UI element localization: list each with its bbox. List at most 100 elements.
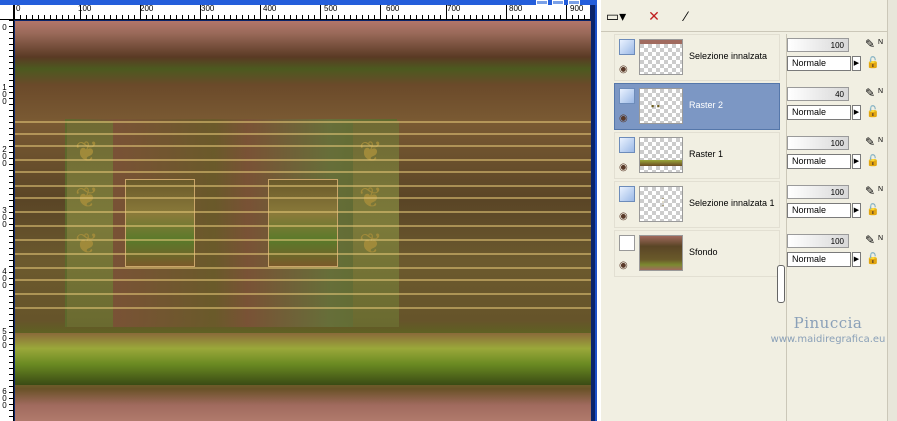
opacity-slider[interactable]: 100 [787,234,849,248]
ruler-tick [20,15,21,19]
opacity-slider[interactable]: 40 [787,87,849,101]
ruler-tick [218,15,219,19]
blend-mode-select[interactable]: Normale [787,203,851,218]
layer-row-selezione-innalzata-1[interactable]: ◉ ⋮ Selezione innalzata 1 [614,181,780,228]
lock-icon[interactable]: 🔓 [866,56,880,69]
layer-controls: 100 ✎ N Normale ▶ 🔓 [787,230,887,277]
ruler-label: 5 0 0 [2,327,7,350]
lock-icon[interactable]: 🔓 [866,105,880,118]
ruler-tick [9,74,13,75]
layer-row-sfondo[interactable]: ◉ Sfondo [614,230,780,277]
lock-icon[interactable]: 🔓 [866,154,880,167]
blend-mode-select[interactable]: Normale [787,105,851,120]
ruler-tick [32,15,33,19]
dropdown-arrow-icon[interactable]: ▶ [852,154,861,169]
ruler-tick [9,32,13,33]
layer-name: Raster 1 [689,149,724,159]
ruler-tick [176,15,177,19]
vertical-ruler: 0 1 0 0 2 0 0 3 0 0 4 0 0 5 0 0 6 0 0 [0,20,14,421]
layer-row-selezione-innalzata[interactable]: ◉ Selezione innalzata [614,34,780,81]
ruler-tick [368,15,369,19]
dropdown-arrow-icon[interactable]: ▶ [852,56,861,71]
ruler-tick [116,15,117,19]
dropdown-arrow-icon[interactable]: ▶ [852,105,861,120]
brush-icon[interactable]: ✎ [865,233,875,247]
brush-icon[interactable]: ✎ [865,37,875,51]
ruler-tick [50,15,51,19]
ruler-tick [464,15,465,19]
ruler-tick [92,15,93,19]
image-canvas[interactable]: ❦ ❦ ❦ ❦ ❦ ❦ [15,21,591,421]
brush-icon[interactable]: ✎ [865,184,875,198]
ruler-tick [320,5,321,19]
layer-controls: 40 ✎ N Normale ▶ 🔓 [787,83,887,130]
ruler-tick [230,15,231,19]
ruler-tick [9,80,13,81]
lock-icon[interactable]: 🔓 [866,203,880,216]
ruler-tick [272,15,273,19]
ruler-tick [9,302,13,303]
delete-layer-icon[interactable]: ✕ [643,6,665,26]
opacity-slider[interactable]: 100 [787,185,849,199]
ruler-label: 6 0 0 [2,387,7,410]
visibility-eye-icon[interactable]: ◉ [619,260,628,271]
layer-name: Raster 2 [689,100,724,110]
ruler-tick [128,15,129,19]
ruler-tick [68,15,69,19]
light-streak [15,121,591,123]
ruler-tick [9,374,13,375]
lock-icon[interactable]: 🔓 [866,252,880,265]
blend-mode-select[interactable]: Normale [787,56,851,71]
ruler-tick [9,368,13,369]
ruler-tick [146,15,147,19]
ruler-tick [9,416,13,417]
new-layer-icon[interactable]: ▭▾ [605,6,627,26]
ruler-tick [122,15,123,19]
ruler-tick [98,15,99,19]
dropdown-arrow-icon[interactable]: ▶ [852,203,861,218]
ruler-tick [62,15,63,19]
ruler-tick [38,15,39,19]
light-streak [15,171,591,173]
ruler-tick [512,15,513,19]
ruler-tick [254,15,255,19]
ruler-tick [56,15,57,19]
brush-icon[interactable]: ✎ [865,135,875,149]
ruler-tick [194,15,195,19]
layer-row-raster-1[interactable]: ◉ Raster 1 [614,132,780,179]
blend-mode-select[interactable]: Normale [787,252,851,267]
visibility-eye-icon[interactable]: ◉ [619,113,628,124]
visibility-eye-icon[interactable]: ◉ [619,211,628,222]
layer-row-raster-2[interactable]: ◉ ▪ ▪ Raster 2 [614,83,780,130]
layer-type-icon [619,137,635,153]
ruler-tick [206,15,207,19]
ruler-tick [164,15,165,19]
ruler-tick [356,15,357,19]
palette-scrollbar-thumb[interactable] [777,265,785,303]
dropdown-arrow-icon[interactable]: ▶ [852,252,861,267]
ruler-tick [494,15,495,19]
ruler-tick [9,314,13,315]
opacity-slider[interactable]: 100 [787,136,849,150]
ruler-tick [9,386,13,387]
ruler-label: 200 [140,5,154,13]
ruler-tick [9,398,13,399]
ruler-tick [278,15,279,19]
layer-type-icon [619,186,635,202]
ruler-tick [9,152,13,153]
ruler-tick [182,15,183,19]
ruler-tick [188,15,189,19]
ruler-tick [338,15,339,19]
ruler-tick [9,404,13,405]
edit-selection-icon[interactable]: ⁄ [675,6,697,26]
ruler-tick [9,248,13,249]
blend-mode-select[interactable]: Normale [787,154,851,169]
brush-icon[interactable]: ✎ [865,86,875,100]
ruler-tick [9,56,13,57]
visibility-eye-icon[interactable]: ◉ [619,64,628,75]
ruler-tick [9,362,13,363]
opacity-slider[interactable]: 100 [787,38,849,52]
layers-list: ◉ Selezione innalzata ◉ ▪ ▪ Raster 2 ◉ R… [608,32,885,421]
ruler-tick [9,254,13,255]
visibility-eye-icon[interactable]: ◉ [619,162,628,173]
